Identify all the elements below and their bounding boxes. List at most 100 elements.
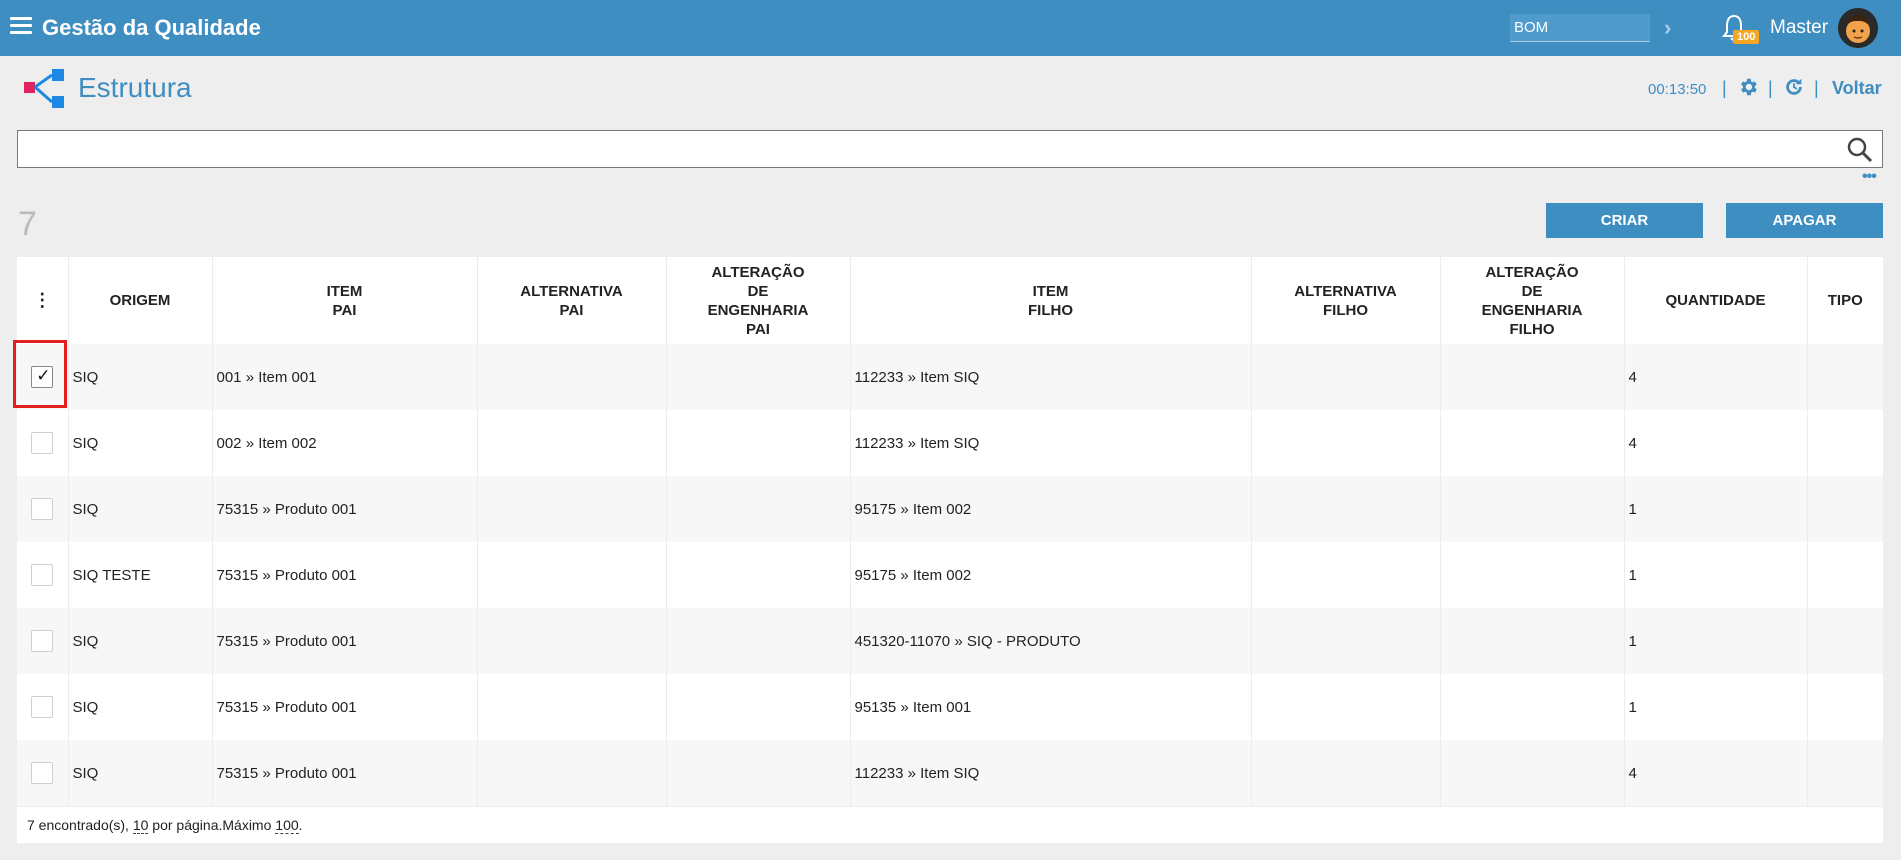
cell-item-pai: 75315 » Produto 001 — [211, 674, 477, 740]
max-text: Máximo — [222, 817, 276, 833]
page-title: Estrutura — [78, 72, 192, 103]
cell-alteracao-filho — [1439, 674, 1624, 740]
cell-alternativa-pai — [476, 476, 666, 542]
row-checkbox[interactable] — [31, 366, 54, 388]
table-row[interactable]: SIQ 75315 » Produto 001 451320-11070 » SIQ… — [17, 608, 1883, 674]
top-bar: Gestão da Qualidade › 100 Master — [0, 0, 1901, 56]
row-select-cell — [17, 476, 68, 542]
chevron-right-icon[interactable]: › — [1664, 15, 1671, 41]
row-checkbox[interactable] — [31, 696, 54, 718]
cell-quantidade: 4 — [1623, 740, 1807, 806]
cell-alternativa-filho — [1250, 410, 1440, 476]
cell-alteracao-filho — [1439, 344, 1624, 410]
cell-alternativa-filho — [1250, 542, 1440, 608]
cell-tipo — [1806, 542, 1883, 608]
cell-item-filho: 112233 » Item SIQ — [849, 410, 1251, 476]
cell-quantidade: 4 — [1623, 344, 1807, 410]
cell-origem: SIQ — [67, 608, 212, 674]
cell-item-filho: 95175 » Item 002 — [849, 476, 1251, 542]
cell-item-pai: 002 » Item 002 — [211, 410, 477, 476]
more-options-icon[interactable]: ••• — [1862, 169, 1877, 185]
found-text: 7 encontrado(s), — [27, 817, 133, 833]
row-checkbox[interactable] — [31, 564, 54, 586]
cell-origem: SIQ — [67, 476, 212, 542]
cell-item-pai: 75315 » Produto 001 — [211, 740, 477, 806]
cell-item-pai: 75315 » Produto 001 — [211, 542, 477, 608]
cell-item-pai: 75315 » Produto 001 — [211, 608, 477, 674]
table-row[interactable]: SIQ 75315 » Produto 001 95135 » Item 001 1 — [17, 674, 1883, 740]
table-row[interactable]: SIQ001 » Item 001 112233 » Item SIQ 4 — [17, 344, 1883, 410]
search-icon[interactable] — [1846, 136, 1874, 164]
table-row[interactable]: SIQ 75315 » Produto 001 112233 » Item SIQ 4 — [17, 740, 1883, 806]
cell-alternativa-pai — [476, 344, 666, 410]
header-item-filho[interactable]: ITEM FILHO — [849, 257, 1251, 344]
max-suffix: . — [298, 817, 303, 833]
divider: | — [1768, 78, 1773, 98]
row-checkbox[interactable] — [31, 762, 54, 784]
max-selector[interactable]: 100 — [275, 817, 299, 834]
cell-alternativa-filho — [1250, 608, 1440, 674]
row-select-cell — [17, 410, 68, 476]
cell-alternativa-pai — [476, 410, 666, 476]
row-checkbox[interactable] — [31, 432, 54, 454]
cell-tipo — [1806, 608, 1883, 674]
table-row[interactable]: SIQ TESTE 75315 » Produto 001 95175 » Item… — [17, 542, 1883, 608]
header-alteracao-filho[interactable]: ALTERAÇÃO DE ENGENHARIA FILHO — [1439, 257, 1624, 344]
delete-button[interactable]: APAGAR — [1726, 203, 1883, 238]
cell-alteracao-pai — [665, 674, 850, 740]
header-alternativa-pai[interactable]: ALTERNATIVA PAI — [476, 257, 666, 344]
cell-item-pai: 75315 » Produto 001 — [211, 476, 477, 542]
column-options-icon[interactable]: ⋮ — [17, 257, 68, 344]
pagination-footer: 7 encontrado(s), 10 por página.Máximo 10… — [17, 807, 1883, 843]
table-row[interactable]: SIQ 002 » Item 002 112233 » Item SIQ 4 — [17, 410, 1883, 476]
cell-alternativa-filho — [1250, 344, 1440, 410]
cell-quantidade: 1 — [1623, 674, 1807, 740]
app-title: Gestão da Qualidade — [42, 15, 261, 40]
row-checkbox[interactable] — [31, 498, 54, 520]
bom-selector-input[interactable] — [1510, 14, 1650, 42]
cell-alternativa-pai — [476, 740, 666, 806]
search-input[interactable] — [18, 131, 1882, 167]
cell-alteracao-pai — [665, 476, 850, 542]
cell-quantidade: 1 — [1623, 476, 1807, 542]
row-select-cell — [17, 608, 68, 674]
row-checkbox[interactable] — [31, 630, 54, 652]
cell-alteracao-pai — [665, 608, 850, 674]
cell-quantidade: 4 — [1623, 410, 1807, 476]
structure-table: ⋮ ORIGEM ITEM PAI ALTERNATIVA PAI ALTERA… — [17, 257, 1883, 806]
row-select-cell — [17, 674, 68, 740]
cell-alteracao-filho — [1439, 476, 1624, 542]
refresh-icon[interactable] — [1783, 76, 1805, 98]
divider: | — [1814, 78, 1819, 98]
cell-alternativa-filho — [1250, 674, 1440, 740]
header-tipo[interactable]: TIPO — [1806, 257, 1883, 344]
row-select-cell — [17, 542, 68, 608]
header-origem[interactable]: ORIGEM — [67, 257, 212, 344]
cell-item-filho: 95175 » Item 002 — [849, 542, 1251, 608]
header-item-pai[interactable]: ITEM PAI — [211, 257, 477, 344]
avatar[interactable] — [1838, 8, 1878, 48]
create-button[interactable]: CRIAR — [1546, 203, 1703, 238]
cell-alteracao-pai — [665, 344, 850, 410]
hamburger-menu-icon[interactable] — [10, 17, 32, 37]
header-alteracao-pai[interactable]: ALTERAÇÃO DE ENGENHARIA PAI — [665, 257, 850, 344]
cell-tipo — [1806, 476, 1883, 542]
header-quantidade[interactable]: QUANTIDADE — [1623, 257, 1807, 344]
cell-alteracao-pai — [665, 410, 850, 476]
search-box — [17, 130, 1883, 168]
user-name[interactable]: Master — [1770, 17, 1828, 39]
result-count: 7 — [18, 205, 37, 243]
back-link[interactable]: Voltar — [1832, 78, 1882, 99]
cell-origem: SIQ — [67, 344, 212, 410]
cell-item-filho: 112233 » Item SIQ — [849, 344, 1251, 410]
table-row[interactable]: SIQ 75315 » Produto 001 95175 » Item 002 1 — [17, 476, 1883, 542]
header-alternativa-filho[interactable]: ALTERNATIVA FILHO — [1250, 257, 1440, 344]
cell-alternativa-pai — [476, 674, 666, 740]
cell-item-pai: 001 » Item 001 — [211, 344, 477, 410]
per-page-selector[interactable]: 10 — [132, 817, 149, 834]
gear-icon[interactable] — [1737, 76, 1759, 98]
cell-item-filho: 112233 » Item SIQ — [849, 740, 1251, 806]
cell-item-filho: 451320-11070 » SIQ - PRODUTO — [849, 608, 1251, 674]
cell-quantidade: 1 — [1623, 542, 1807, 608]
cell-tipo — [1806, 344, 1883, 410]
